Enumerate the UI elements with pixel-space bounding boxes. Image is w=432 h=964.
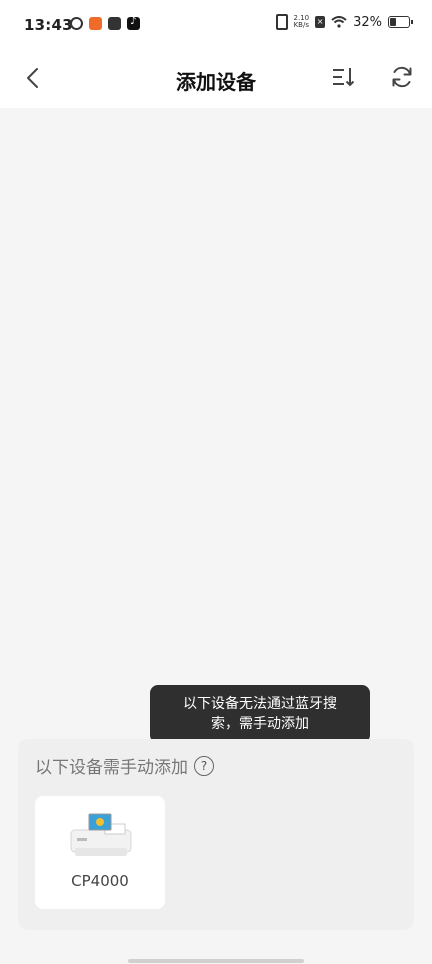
battery-icon xyxy=(388,16,413,28)
manual-add-panel: 以下设备需手动添加 ? CP4000 xyxy=(18,739,414,930)
manual-add-header: 以下设备需手动添加 ? xyxy=(35,753,214,778)
status-right: 2.10 KB/s × 32% xyxy=(275,14,413,30)
device-label: CP4000 xyxy=(71,872,129,890)
app-notification-icon xyxy=(89,17,102,30)
wifi-icon xyxy=(331,16,347,28)
help-icon[interactable]: ? xyxy=(194,755,214,776)
no-sim-icon: × xyxy=(315,16,326,28)
status-bar: 13:43 2.10 KB/s × 32% xyxy=(0,0,432,50)
page-title: 添加设备 xyxy=(176,70,256,94)
manual-add-title: 以下设备需手动添加 xyxy=(35,758,188,778)
device-card-cp4000[interactable]: CP4000 xyxy=(35,796,165,909)
notification-icons xyxy=(68,15,140,32)
sort-icon[interactable] xyxy=(330,64,356,90)
tooltip-line-2: 索，需手动添加 xyxy=(211,716,309,732)
status-time: 13:43 xyxy=(24,16,73,34)
home-indicator[interactable] xyxy=(128,959,304,963)
app-notification-icon xyxy=(68,15,85,32)
tiktok-notification-icon xyxy=(127,16,140,30)
vibrate-icon xyxy=(275,14,288,30)
refresh-icon[interactable] xyxy=(389,64,415,90)
top-navigation-bar: 添加设备 xyxy=(0,50,432,108)
tooltip-line-1: 以下设备无法通过蓝牙搜 xyxy=(183,696,337,712)
help-tooltip: 以下设备无法通过蓝牙搜 索，需手动添加 xyxy=(150,685,370,743)
network-speed: 2.10 KB/s xyxy=(294,15,310,29)
network-speed-unit: KB/s xyxy=(293,21,309,29)
battery-percent: 32% xyxy=(353,14,382,30)
printer-image xyxy=(70,813,132,856)
mail-notification-icon xyxy=(108,17,121,30)
